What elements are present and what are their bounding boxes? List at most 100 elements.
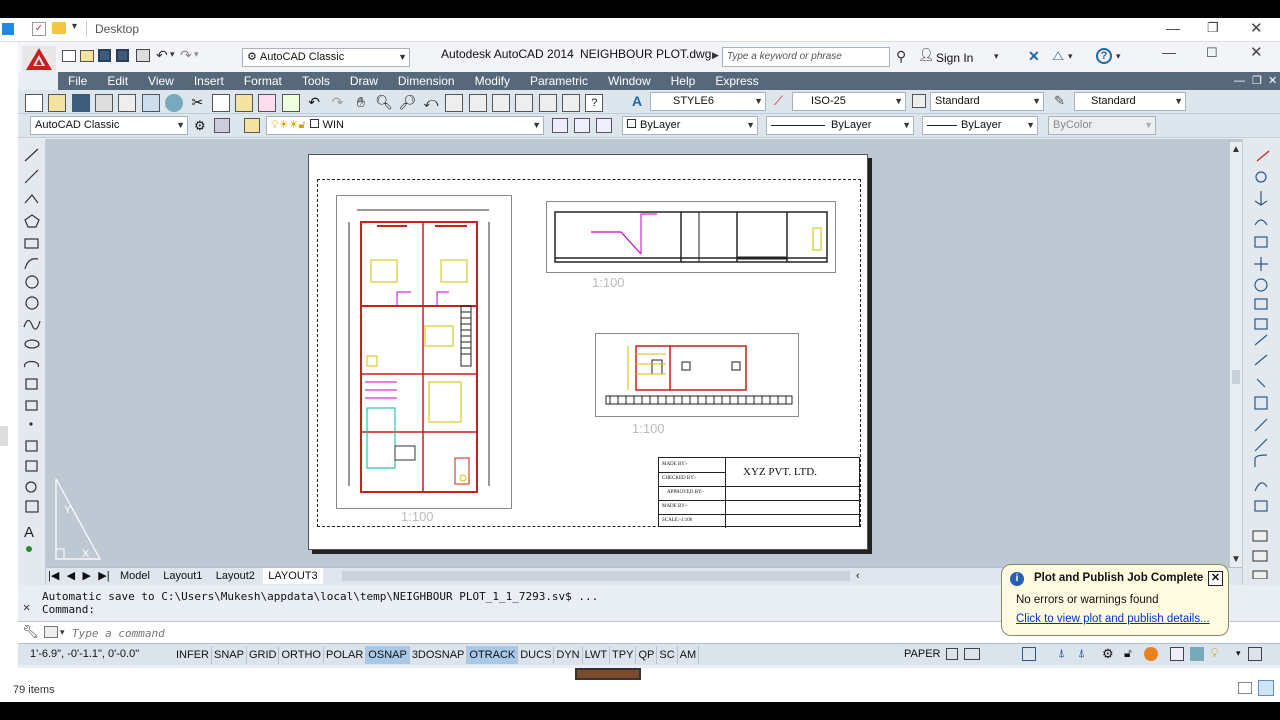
- zoom-previous-icon[interactable]: ⤺: [422, 94, 440, 112]
- table-style-icon[interactable]: [912, 94, 926, 108]
- multileader-style-select[interactable]: Standard ▼: [1074, 92, 1186, 111]
- floor-plan-viewport[interactable]: [336, 195, 512, 509]
- clean-screen-icon[interactable]: [1248, 647, 1262, 661]
- paste-icon[interactable]: [235, 94, 254, 112]
- tab-layout3[interactable]: LAYOUT3: [263, 568, 323, 584]
- toggle-osnap[interactable]: OSNAP: [366, 646, 410, 664]
- menu-view[interactable]: View: [138, 72, 184, 90]
- menu-format[interactable]: Format: [234, 72, 292, 90]
- tab-model[interactable]: Model: [115, 568, 155, 584]
- menu-modify[interactable]: Modify: [465, 72, 520, 90]
- explorer-close-button[interactable]: ✕: [1250, 19, 1263, 37]
- undo-icon[interactable]: ↶: [156, 47, 168, 64]
- tab-layout2[interactable]: Layout2: [211, 568, 260, 584]
- workspace-select[interactable]: AutoCAD Classic ▼: [30, 116, 188, 135]
- plot-status-icon[interactable]: [1170, 647, 1184, 661]
- dim-style-select[interactable]: ISO-25 ▼: [792, 92, 906, 111]
- text-style-select[interactable]: STYLE6 ▼: [650, 92, 766, 111]
- search-expand-icon[interactable]: ▶: [712, 50, 719, 61]
- redo-dropdown-icon[interactable]: ▾: [194, 49, 199, 60]
- workspace-switching-icon[interactable]: ⚙: [1102, 646, 1114, 662]
- toggle-3dosnap[interactable]: 3DOSNAP: [410, 646, 468, 664]
- properties-palette-icon[interactable]: [445, 94, 464, 112]
- color-select[interactable]: ByLayer ▼: [622, 116, 758, 135]
- tool-palettes-icon[interactable]: [491, 94, 510, 112]
- explorer-minimize-button[interactable]: —: [1166, 20, 1180, 36]
- annotation-scale-icon[interactable]: ⍋: [1058, 646, 1065, 661]
- qnew-icon[interactable]: [62, 50, 76, 62]
- menu-parametric[interactable]: Parametric: [520, 72, 598, 90]
- toggle-infer[interactable]: INFER: [174, 646, 212, 664]
- menu-edit[interactable]: Edit: [97, 72, 138, 90]
- prev-tab-icon[interactable]: ◀: [65, 568, 77, 584]
- workspace-settings-icon[interactable]: ⚙: [194, 118, 206, 134]
- last-tab-icon[interactable]: ▶|: [96, 568, 111, 584]
- zoom-realtime-icon[interactable]: 🔍︎: [375, 94, 393, 112]
- menu-window[interactable]: Window: [598, 72, 661, 90]
- toggle-sc[interactable]: SC: [657, 646, 678, 664]
- save-as-icon[interactable]: [116, 49, 129, 62]
- quick-access-dropdown-icon[interactable]: ▾: [72, 21, 77, 32]
- menu-dimension[interactable]: Dimension: [388, 72, 465, 90]
- toolbar-lock-icon[interactable]: [214, 118, 230, 133]
- tab-layout1[interactable]: Layout1: [158, 568, 207, 584]
- a360-dropdown-icon[interactable]: ▾: [1068, 51, 1073, 62]
- help-dropdown-icon[interactable]: ▾: [1116, 51, 1121, 62]
- plot-details-link[interactable]: Click to view plot and publish details..…: [1016, 613, 1210, 625]
- menu-tools[interactable]: Tools: [292, 72, 340, 90]
- toggle-dyn[interactable]: DYN: [554, 646, 583, 664]
- toggle-ortho[interactable]: ORTHO: [279, 646, 324, 664]
- doc-close-button[interactable]: ✕: [1268, 72, 1277, 90]
- autodesk-360-icon[interactable]: ⧍: [1052, 48, 1064, 64]
- menu-insert[interactable]: Insert: [184, 72, 234, 90]
- doc-minimize-button[interactable]: —: [1234, 72, 1245, 90]
- publish-icon[interactable]: [141, 94, 160, 112]
- open-icon[interactable]: [80, 50, 94, 62]
- match-properties-icon[interactable]: [258, 94, 277, 112]
- multileader-style-icon[interactable]: ✎: [1054, 93, 1065, 109]
- open-file-icon[interactable]: [48, 94, 67, 112]
- layer-previous-icon[interactable]: [574, 118, 590, 133]
- toggle-am[interactable]: AM: [678, 646, 700, 664]
- minimize-button[interactable]: —: [1162, 44, 1176, 60]
- coordinates-readout[interactable]: 1'-6.9", -0'-1.1", 0'-0.0": [30, 648, 139, 660]
- make-current-icon[interactable]: [552, 118, 568, 133]
- sign-in-button[interactable]: Sign In: [936, 51, 973, 65]
- section-viewport[interactable]: [595, 333, 799, 417]
- command-close-icon[interactable]: ✕: [23, 601, 30, 614]
- text-style-icon[interactable]: A: [632, 93, 642, 109]
- linetype-select[interactable]: ByLayer ▼: [766, 116, 914, 135]
- customize-icon[interactable]: 🔧︎: [22, 624, 39, 640]
- toggle-qp[interactable]: QP: [636, 646, 658, 664]
- toggle-grid[interactable]: GRID: [247, 646, 280, 664]
- layer-properties-icon[interactable]: [244, 118, 260, 133]
- layer-state-icon[interactable]: [596, 118, 612, 133]
- dim-style-icon[interactable]: ⟋: [774, 93, 783, 109]
- calculator-icon[interactable]: [561, 94, 580, 112]
- lineweight-select[interactable]: ByLayer ▼: [922, 116, 1038, 135]
- menu-help[interactable]: Help: [661, 72, 706, 90]
- explorer-restore-button[interactable]: ❐: [1207, 20, 1219, 36]
- isolate-objects-icon[interactable]: [1190, 647, 1204, 661]
- markup-icon[interactable]: [538, 94, 557, 112]
- new-folder-icon[interactable]: [52, 22, 66, 34]
- horizontal-scrollbar[interactable]: [342, 571, 850, 581]
- pan-icon[interactable]: ✋︎: [352, 94, 370, 112]
- bulb-status-icon[interactable]: 💡︎: [1210, 645, 1219, 661]
- autocad-logo-icon[interactable]: [22, 46, 56, 72]
- paper-model-toggle[interactable]: PAPER: [904, 648, 940, 660]
- exchange-apps-icon[interactable]: ✕: [1028, 48, 1040, 65]
- plot-notification-balloon[interactable]: i Plot and Publish Job Complete ✕ No err…: [1001, 564, 1229, 636]
- help-toolbar-icon[interactable]: ?: [585, 94, 604, 112]
- scroll-down-icon[interactable]: ▼: [1231, 554, 1241, 565]
- scroll-left-icon[interactable]: ‹: [856, 568, 860, 584]
- toggle-tpy[interactable]: TPY: [610, 646, 637, 664]
- scroll-up-icon[interactable]: ▲: [1231, 144, 1241, 155]
- vertical-scrollbar[interactable]: ▲ ▼: [1230, 142, 1242, 567]
- layout-paper[interactable]: 1:100 1:100 1:100 MADE BY:- CHECKED BY:-…: [308, 154, 868, 550]
- sheet-set-icon[interactable]: [515, 94, 534, 112]
- cut-icon[interactable]: ✂: [188, 94, 206, 112]
- table-style-select[interactable]: Standard ▼: [930, 92, 1044, 111]
- next-tab-icon[interactable]: ▶: [80, 568, 92, 584]
- print-icon[interactable]: [95, 94, 114, 112]
